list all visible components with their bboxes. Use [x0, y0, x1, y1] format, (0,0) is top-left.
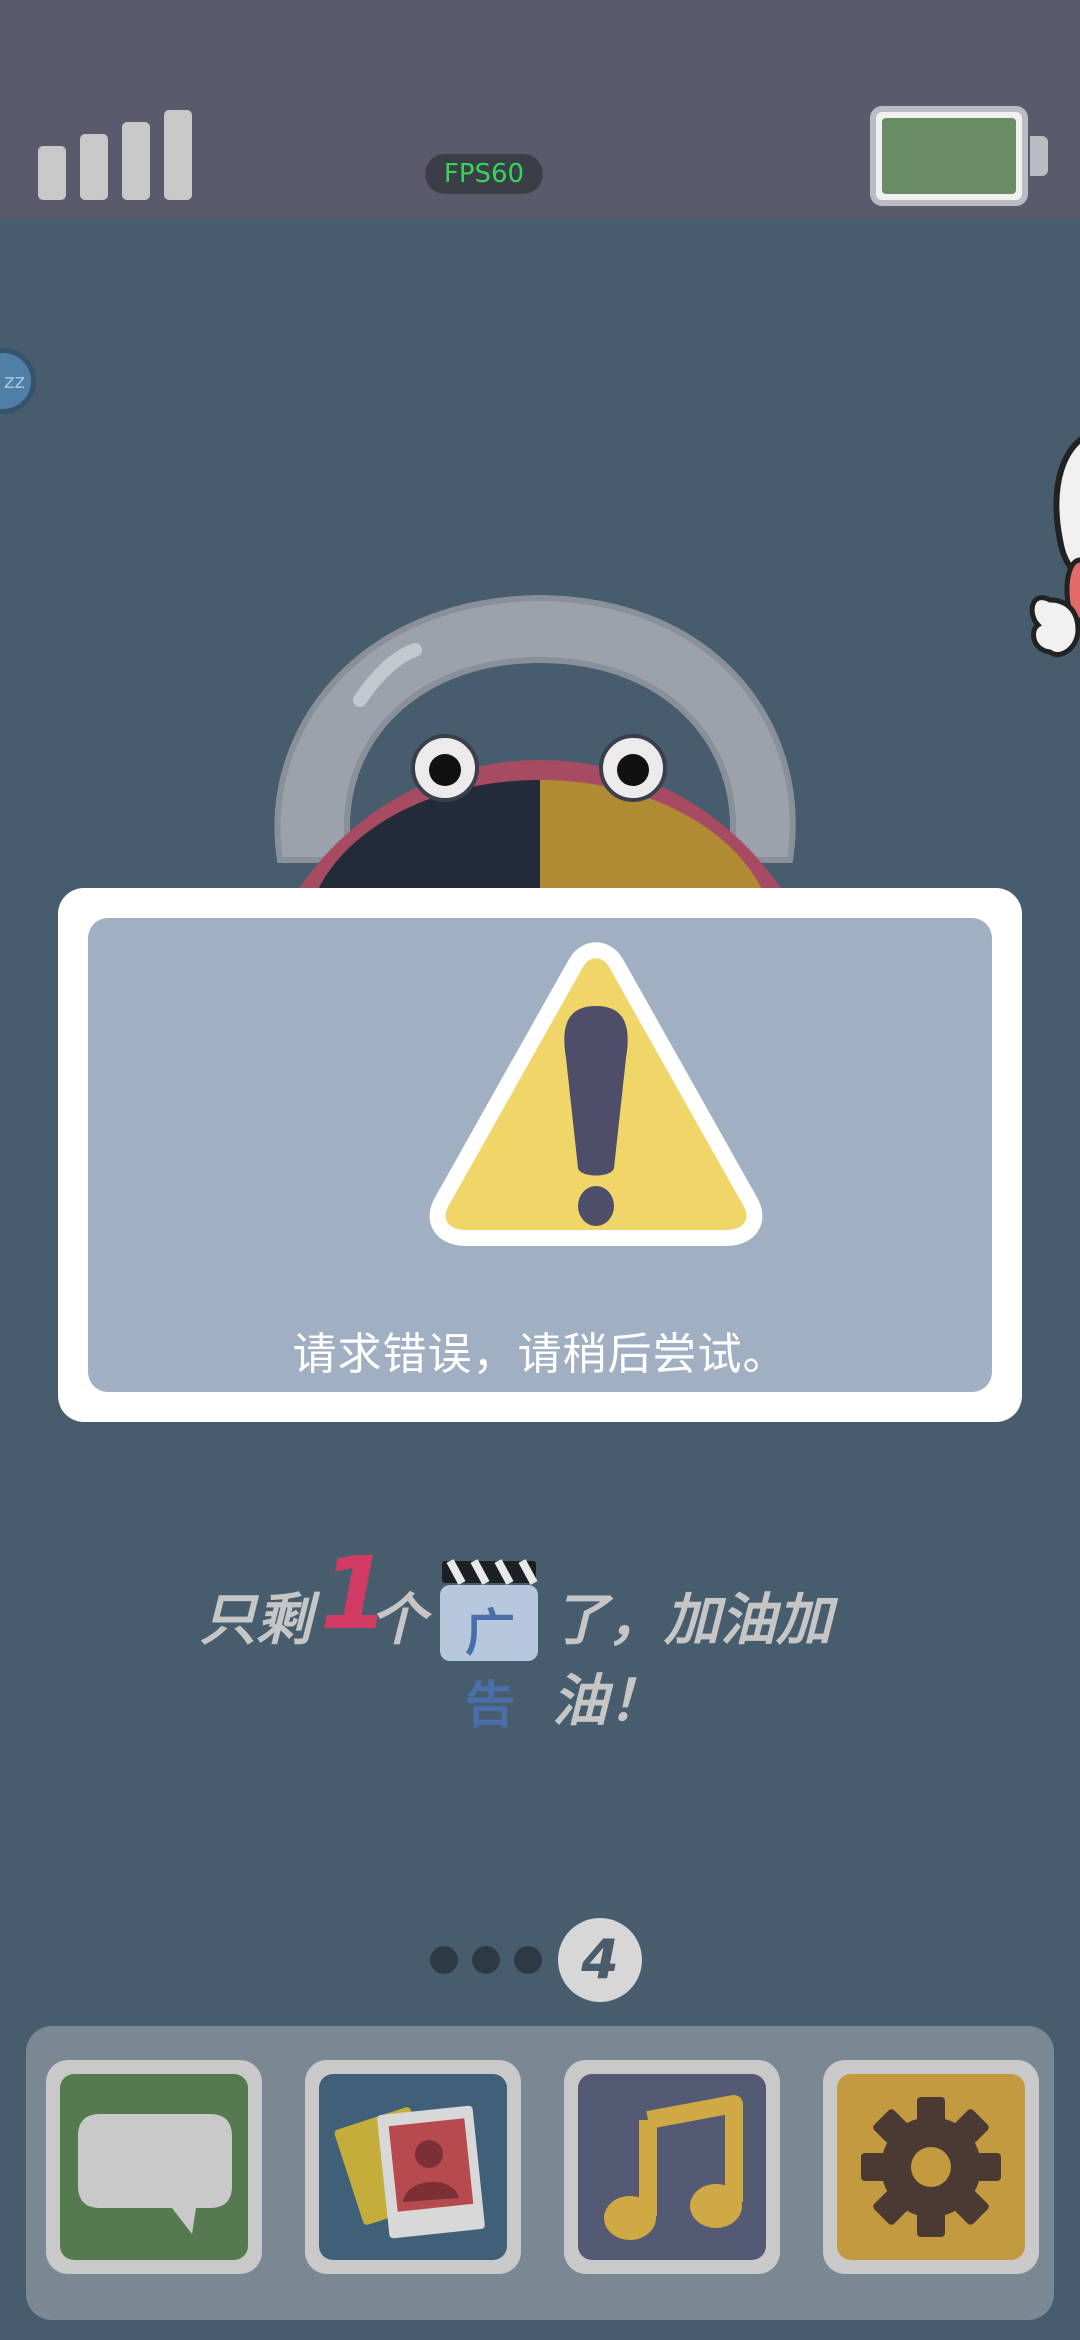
error-panel: 请求错误，请稍后尝试。	[88, 918, 992, 1392]
chat-button[interactable]	[46, 2060, 262, 2274]
photo-icon	[334, 2105, 485, 2239]
music-button-face	[578, 2074, 766, 2260]
sleep-button[interactable]: zz	[0, 348, 36, 414]
ad-remaining-suffix: 了，加油加油！	[552, 1588, 832, 1734]
settings-button[interactable]	[823, 2060, 1039, 2274]
ad-badge-label: 广告	[465, 1604, 515, 1734]
battery-icon	[870, 106, 1028, 206]
battery-level	[882, 118, 1016, 194]
signal-bar	[38, 146, 66, 200]
warning-icon	[429, 942, 763, 1246]
current-page-number[interactable]: 4	[558, 1918, 642, 2002]
signal-bar	[164, 110, 192, 200]
gear-icon	[861, 2097, 1001, 2237]
gallery-button-face	[319, 2074, 507, 2260]
page-dot[interactable]	[430, 1946, 458, 1974]
page-dot[interactable]	[514, 1946, 542, 1974]
error-message: 请求错误，请稍后尝试。	[292, 1329, 788, 1380]
signal-bar	[122, 122, 150, 200]
alarm-clock-character[interactable]	[250, 580, 830, 900]
page-indicator: 4	[430, 1918, 650, 2002]
music-note-icon	[604, 2095, 743, 2240]
error-dialog[interactable]: 请求错误，请稍后尝试。	[58, 888, 1022, 1422]
ad-remaining-prefix: 只剩	[200, 1588, 312, 1653]
gallery-button[interactable]	[305, 2060, 521, 2274]
ad-remaining-measure: 个	[370, 1588, 426, 1653]
fps-counter: FPS60	[425, 154, 543, 194]
chat-bubble-icon	[78, 2114, 232, 2234]
peeking-character[interactable]	[1020, 420, 1080, 740]
chat-button-face	[60, 2074, 248, 2260]
music-button[interactable]	[564, 2060, 780, 2274]
settings-button-face	[837, 2074, 1025, 2260]
bottom-dock	[26, 2026, 1054, 2320]
signal-bar	[80, 134, 108, 200]
battery-tip	[1030, 136, 1048, 176]
ad-remaining-message: 只剩 1 个 广告 了，加油加油！	[140, 1535, 940, 1734]
signal-bars-icon	[38, 108, 198, 200]
page-dot[interactable]	[472, 1946, 500, 1974]
